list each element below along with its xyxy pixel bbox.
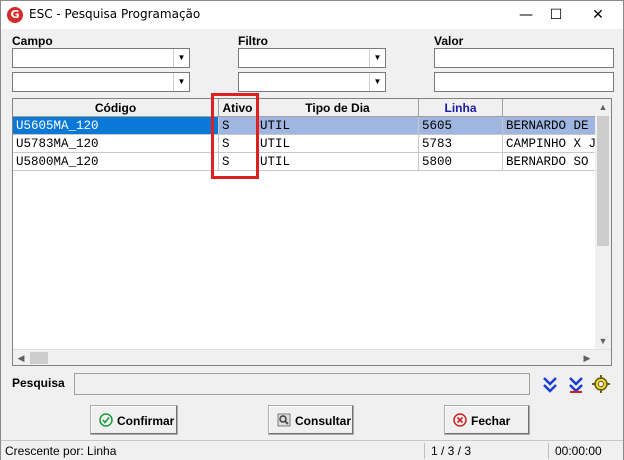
consult-button[interactable]: Consultar (268, 405, 354, 435)
chevron-down-icon[interactable]: ▼ (173, 49, 189, 67)
vertical-scroll-thumb[interactable] (597, 116, 609, 246)
valor-input-2[interactable] (434, 72, 614, 92)
status-record-count: 1 / 3 / 3 (427, 443, 549, 459)
table-row[interactable]: U5800MA_120 S UTIL 5800 BERNARDO SO (13, 153, 597, 171)
cell-tipo-de-dia: UTIL (257, 153, 419, 171)
sort-descending-icon[interactable] (568, 376, 584, 394)
cell-descricao: CAMPINHO X J (503, 135, 597, 153)
table-row[interactable]: U5605MA_120 S UTIL 5605 BERNARDO DE (13, 117, 597, 135)
campo-label: Campo (12, 34, 53, 48)
cell-linha: 5800 (419, 153, 503, 171)
highlight-box (211, 93, 259, 179)
settings-icon[interactable] (592, 375, 610, 393)
search-input[interactable] (74, 373, 530, 395)
filtro-select-2[interactable]: ▼ (238, 72, 386, 92)
cell-tipo-de-dia: UTIL (257, 117, 419, 135)
valor-label: Valor (434, 34, 464, 48)
cell-linha: 5605 (419, 117, 503, 135)
cell-descricao: BERNARDO DE (503, 117, 597, 135)
vertical-scrollbar[interactable]: ▲ ▼ (595, 99, 611, 349)
cell-codigo: U5800MA_120 (13, 153, 219, 171)
title-bar: G ESC - Pesquisa Programação — ☐ ✕ (1, 1, 623, 29)
valor-input-1[interactable] (434, 48, 614, 68)
filtro-select-1[interactable]: ▼ (238, 48, 386, 68)
dialog-window: G ESC - Pesquisa Programação — ☐ ✕ Campo… (0, 0, 624, 460)
cell-tipo-de-dia: UTIL (257, 135, 419, 153)
confirm-button[interactable]: Confirmar (90, 405, 178, 435)
close-window-button[interactable]: ✕ (578, 1, 618, 29)
sort-ascending-icon[interactable] (542, 376, 558, 394)
cancel-circle-icon (453, 413, 467, 427)
cell-descricao: BERNARDO SO (503, 153, 597, 171)
close-button[interactable]: Fechar (444, 405, 530, 435)
pesquisa-label: Pesquisa (12, 376, 65, 390)
window-title: ESC - Pesquisa Programação (29, 7, 201, 21)
column-header-tipo-de-dia[interactable]: Tipo de Dia (257, 99, 419, 117)
filtro-label: Filtro (238, 34, 268, 48)
chevron-down-icon[interactable]: ▼ (369, 73, 385, 91)
scroll-right-icon[interactable]: ▶ (579, 350, 595, 365)
horizontal-scroll-thumb[interactable] (30, 352, 48, 364)
column-header-codigo[interactable]: Código (13, 99, 219, 117)
chevron-down-icon[interactable]: ▼ (369, 49, 385, 67)
maximize-button[interactable]: ☐ (536, 1, 576, 29)
scroll-down-icon[interactable]: ▼ (595, 333, 611, 349)
status-sort-text: Crescente por: Linha (1, 443, 425, 459)
close-button-label: Fechar (471, 414, 511, 428)
column-header-descricao[interactable] (503, 99, 597, 117)
cell-codigo: U5783MA_120 (13, 135, 219, 153)
campo-select-2[interactable]: ▼ (12, 72, 190, 92)
check-circle-icon (99, 413, 113, 427)
scroll-up-icon[interactable]: ▲ (595, 99, 611, 115)
status-time: 00:00:00 (555, 444, 602, 458)
status-bar: Crescente por: Linha 1 / 3 / 3 00:00:00 (1, 440, 623, 460)
table-row[interactable]: U5783MA_120 S UTIL 5783 CAMPINHO X J (13, 135, 597, 153)
campo-select-1[interactable]: ▼ (12, 48, 190, 68)
scroll-left-icon[interactable]: ◀ (13, 350, 29, 365)
cell-linha: 5783 (419, 135, 503, 153)
cell-codigo: U5605MA_120 (13, 117, 219, 135)
consult-button-label: Consultar (295, 414, 352, 428)
column-header-linha[interactable]: Linha (419, 99, 503, 117)
app-logo-icon: G (7, 7, 23, 23)
results-grid[interactable]: Código Ativo Tipo de Dia Linha U5605MA_1… (12, 98, 612, 366)
chevron-down-icon[interactable]: ▼ (173, 73, 189, 91)
magnifier-icon (277, 413, 291, 427)
confirm-button-label: Confirmar (117, 414, 175, 428)
horizontal-scrollbar[interactable]: ◀ ▶ (13, 349, 611, 365)
